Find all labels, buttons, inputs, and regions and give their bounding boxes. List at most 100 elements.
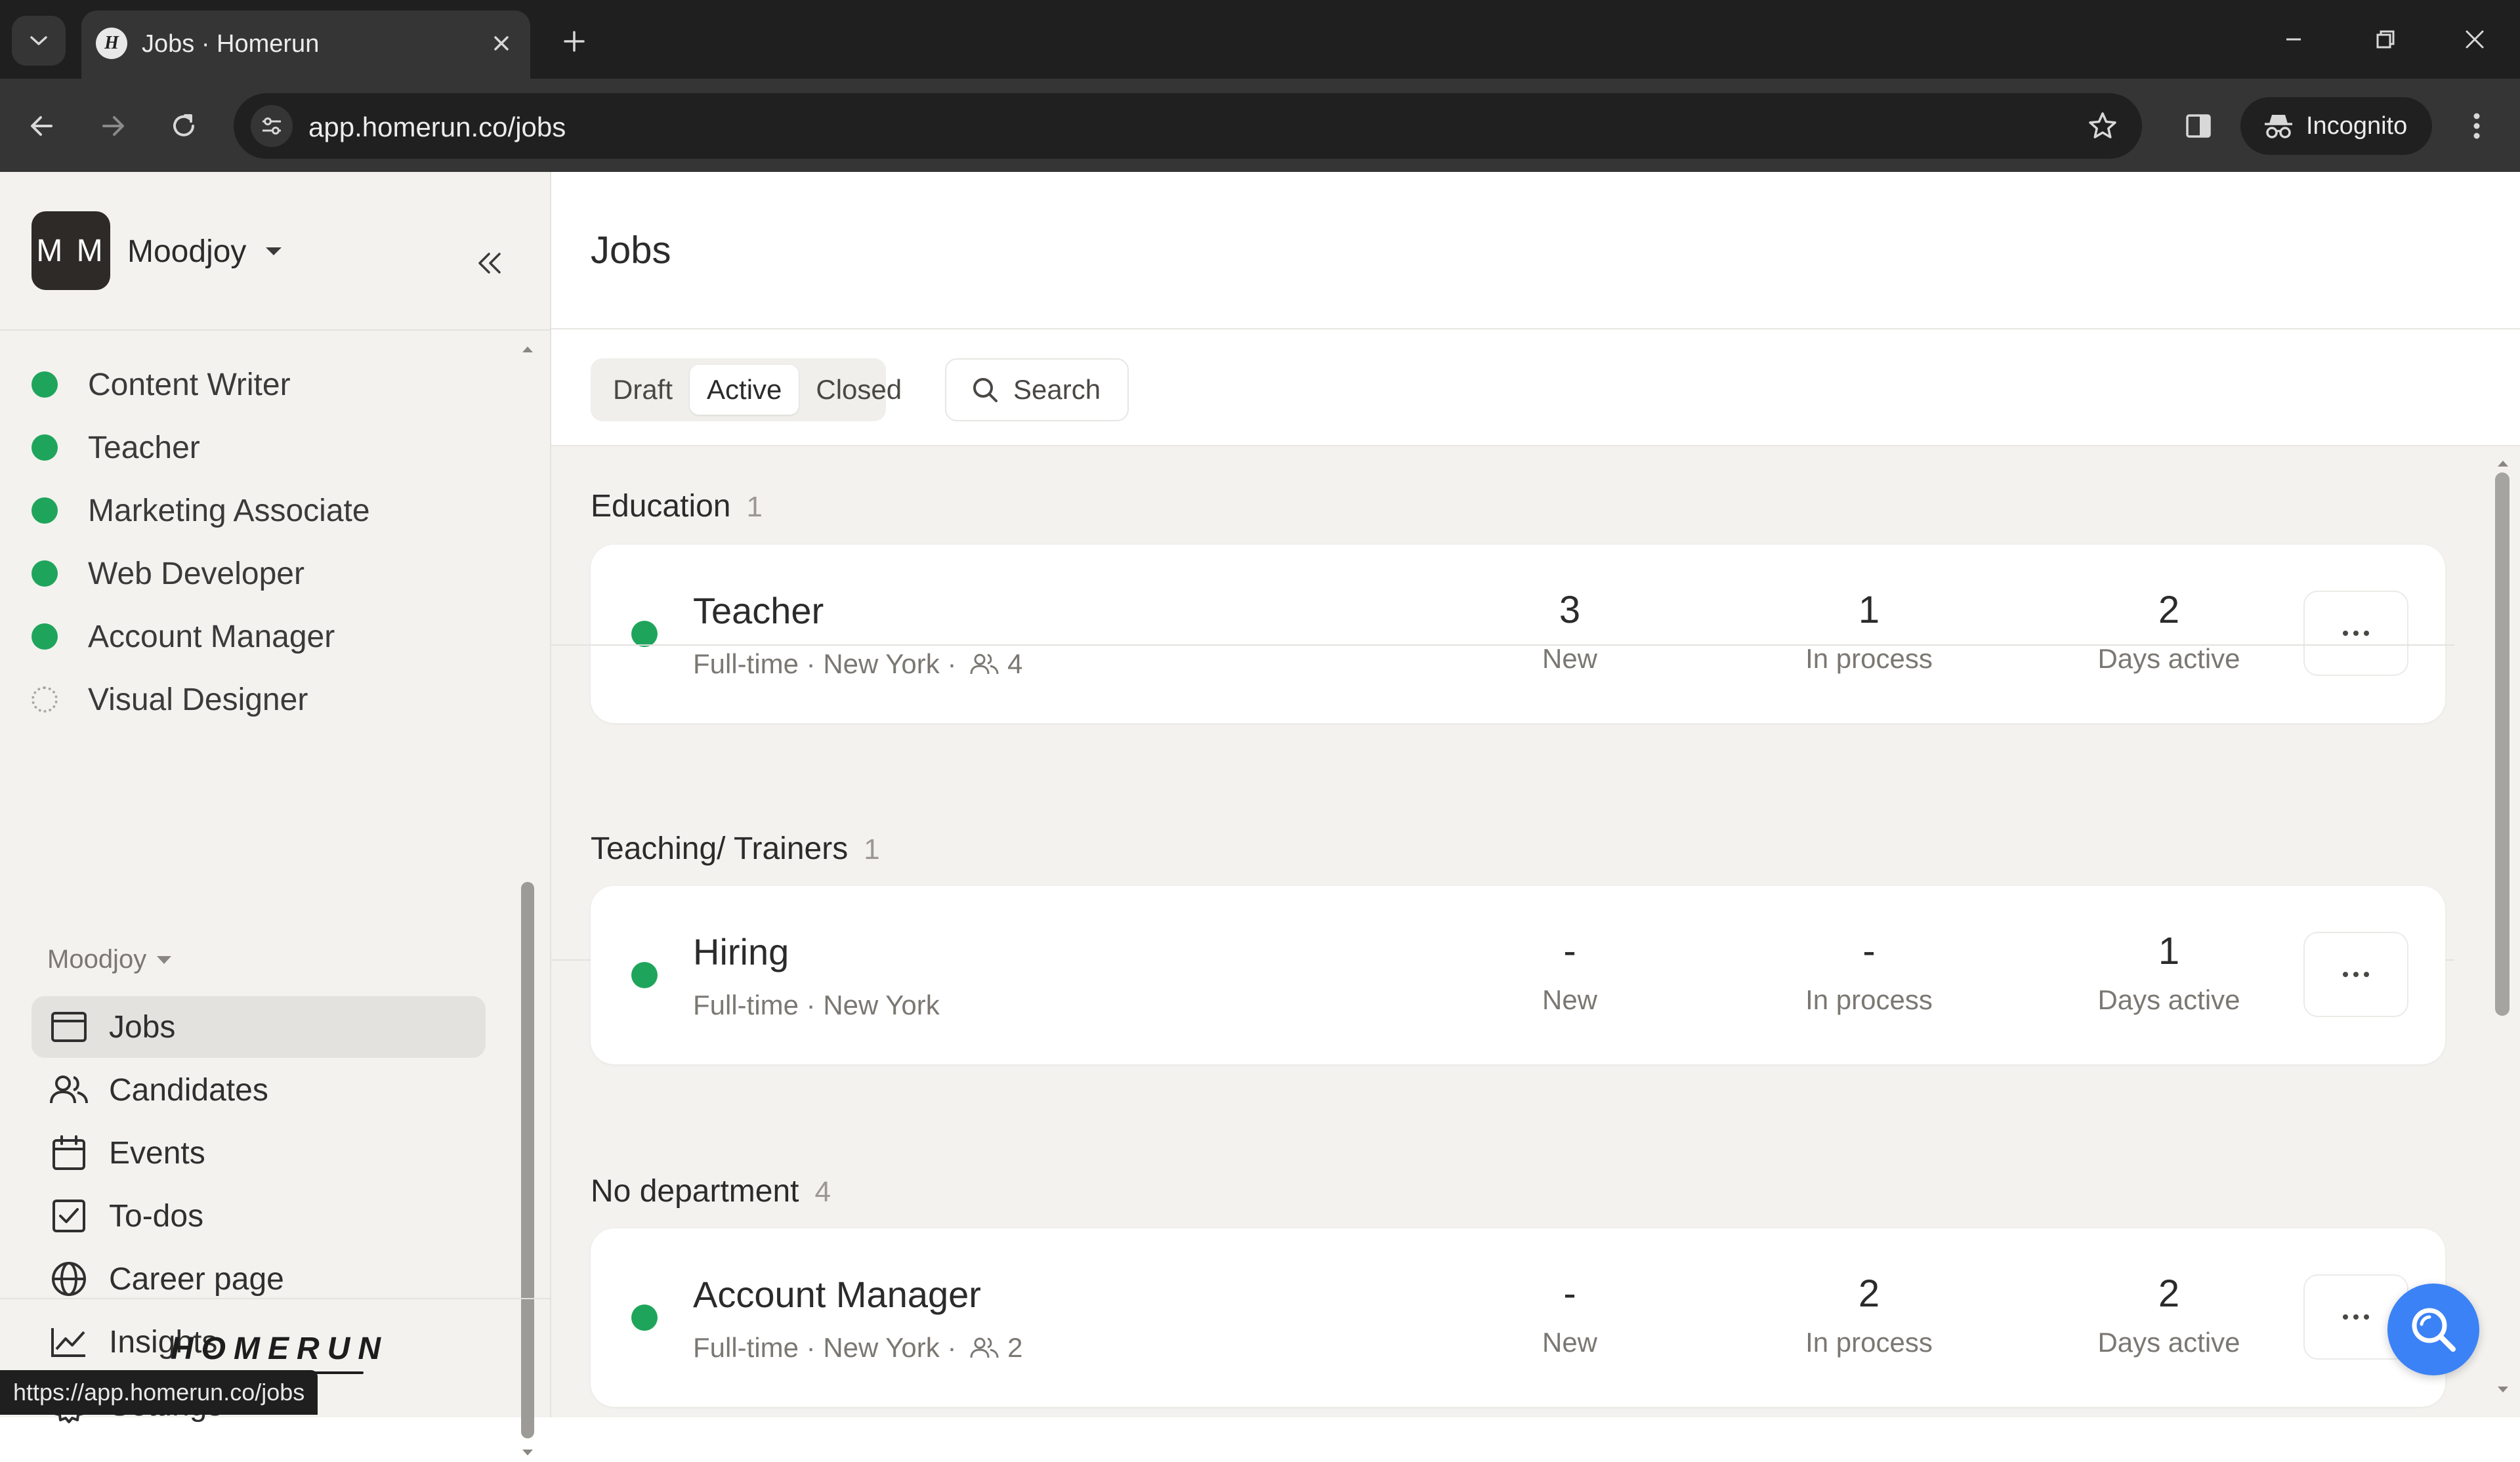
- sidebar-job-visual-designer[interactable]: Visual Designer: [32, 673, 491, 726]
- side-panel-icon: [2186, 114, 2211, 138]
- tab-active[interactable]: Active: [690, 365, 799, 415]
- close-window-button[interactable]: [2445, 16, 2504, 63]
- incognito-profile-button[interactable]: Incognito: [2240, 97, 2432, 155]
- people-icon: [969, 651, 999, 677]
- tab-close-button[interactable]: [482, 24, 521, 63]
- job-team-members: 4: [969, 648, 1022, 680]
- search-button[interactable]: Search: [945, 358, 1129, 421]
- reload-button[interactable]: [156, 98, 211, 154]
- caret-down-icon: [156, 953, 174, 967]
- bookmark-button[interactable]: [2082, 105, 2124, 147]
- page-title: Jobs: [591, 229, 671, 272]
- stat-value: 2: [1858, 1272, 1880, 1315]
- workspace-section-toggle[interactable]: Moodjoy: [47, 945, 174, 974]
- department-count: 1: [746, 491, 763, 523]
- close-icon: [494, 36, 509, 51]
- stat-in-process[interactable]: 1 In process: [1751, 584, 1987, 675]
- sidebar-scrollbar[interactable]: [518, 340, 537, 1462]
- forward-button[interactable]: [85, 98, 140, 154]
- sidebar-item-todos[interactable]: To-dos: [32, 1185, 486, 1247]
- job-more-options-button[interactable]: [2303, 591, 2408, 676]
- tab-draft[interactable]: Draft: [596, 365, 690, 415]
- double-chevron-left-icon: [478, 253, 501, 274]
- status-dot-icon: [32, 623, 58, 650]
- help-search-button[interactable]: [2387, 1284, 2479, 1375]
- scroll-down-arrow-icon[interactable]: [518, 1444, 537, 1462]
- status-dot-icon: [32, 497, 58, 524]
- globe-icon: [49, 1259, 89, 1299]
- search-icon: [2412, 1308, 2456, 1352]
- job-more-options-button[interactable]: [2303, 932, 2408, 1017]
- minimize-window-button[interactable]: [2264, 16, 2323, 63]
- caret-down-icon: [262, 241, 285, 261]
- org-switcher[interactable]: M M Moodjoy: [32, 211, 504, 290]
- tab-search-button[interactable]: [12, 16, 66, 66]
- minimize-icon: [2286, 38, 2301, 41]
- browser-toolbar: app.homerun.co/jobs Incognito: [0, 79, 2520, 172]
- sidebar-job-label: Marketing Associate: [88, 493, 370, 528]
- job-card-teacher[interactable]: Teacher Full-time · New York · 4 3 New 1: [591, 545, 2445, 723]
- sidebar-item-career-page[interactable]: Career page: [32, 1248, 486, 1310]
- chevron-down-icon: [30, 36, 47, 45]
- address-bar[interactable]: app.homerun.co/jobs: [234, 93, 2142, 159]
- stat-new[interactable]: - New: [1452, 1268, 1688, 1358]
- tab-closed[interactable]: Closed: [799, 365, 919, 415]
- incognito-icon: [2260, 108, 2297, 144]
- tune-icon: [262, 117, 281, 135]
- scroll-down-arrow-icon[interactable]: [2494, 1381, 2512, 1399]
- collapse-sidebar-button[interactable]: [459, 234, 518, 293]
- more-horizontal-icon: [2343, 631, 2369, 636]
- sidebar-job-content-writer[interactable]: Content Writer: [32, 358, 491, 411]
- browser-tab-active[interactable]: H Jobs · Homerun: [81, 10, 530, 79]
- sidebar-item-candidates[interactable]: Candidates: [32, 1059, 486, 1121]
- checkbox-icon: [49, 1196, 89, 1236]
- reload-icon: [173, 114, 194, 136]
- link-status-bubble: https://app.homerun.co/jobs: [0, 1370, 318, 1415]
- search-icon: [969, 373, 1001, 406]
- nav-label: Candidates: [109, 1072, 268, 1108]
- department-header: Teaching/ Trainers 1: [591, 831, 880, 867]
- main-content: Jobs Draft Active Closed Search Educatio…: [551, 172, 2520, 1417]
- sidebar-job-account-manager[interactable]: Account Manager: [32, 610, 491, 663]
- stat-in-process[interactable]: 2 In process: [1751, 1268, 1987, 1358]
- sidebar-item-events[interactable]: Events: [32, 1122, 486, 1184]
- status-dot-icon: [631, 1305, 658, 1331]
- sidebar-item-jobs[interactable]: Jobs: [32, 996, 486, 1058]
- scroll-up-arrow-icon[interactable]: [518, 340, 537, 358]
- stat-in-process[interactable]: - In process: [1751, 925, 1987, 1016]
- stat-label: In process: [1805, 1327, 1933, 1358]
- stat-new[interactable]: 3 New: [1452, 584, 1688, 675]
- sidebar-job-teacher[interactable]: Teacher: [32, 421, 491, 474]
- new-tab-button[interactable]: [553, 20, 596, 63]
- site-info-button[interactable]: [251, 105, 293, 147]
- stat-value: 1: [2158, 930, 2180, 972]
- main-scrollbar-thumb[interactable]: [2495, 472, 2510, 1016]
- job-meta: Full-time · New York · 2: [693, 1332, 1022, 1364]
- divider: [0, 329, 550, 331]
- side-panel-button[interactable]: [2171, 98, 2226, 154]
- arrow-right-icon: [102, 116, 124, 136]
- job-title: Account Manager: [693, 1274, 981, 1315]
- main-scrollbar[interactable]: [2491, 454, 2513, 1399]
- back-button[interactable]: [14, 98, 70, 154]
- restore-window-button[interactable]: [2356, 16, 2415, 63]
- homerun-favicon-icon: H: [96, 28, 127, 59]
- stat-label: New: [1542, 984, 1598, 1015]
- job-card-hiring[interactable]: Hiring Full-time · New York - New - In p…: [591, 886, 2445, 1064]
- plus-icon: [564, 31, 585, 52]
- browser-menu-button[interactable]: [2450, 98, 2503, 154]
- sidebar-job-web-developer[interactable]: Web Developer: [32, 547, 491, 600]
- stat-label: New: [1542, 643, 1598, 674]
- people-icon: [49, 1070, 89, 1110]
- job-meta: Full-time · New York · 4: [693, 648, 1022, 680]
- stat-label: In process: [1805, 984, 1933, 1015]
- stat-new[interactable]: - New: [1452, 925, 1688, 1016]
- job-card-account-manager[interactable]: Account Manager Full-time · New York · 2…: [591, 1228, 2445, 1407]
- sidebar-job-marketing-associate[interactable]: Marketing Associate: [32, 484, 491, 537]
- scroll-up-arrow-icon[interactable]: [2494, 454, 2512, 472]
- status-dot-icon: [32, 560, 58, 587]
- job-type: Full-time: [693, 1332, 799, 1363]
- url-text[interactable]: app.homerun.co/jobs: [308, 112, 566, 143]
- sidebar-scrollbar-thumb[interactable]: [521, 882, 534, 1438]
- nav-label: To-dos: [109, 1198, 204, 1234]
